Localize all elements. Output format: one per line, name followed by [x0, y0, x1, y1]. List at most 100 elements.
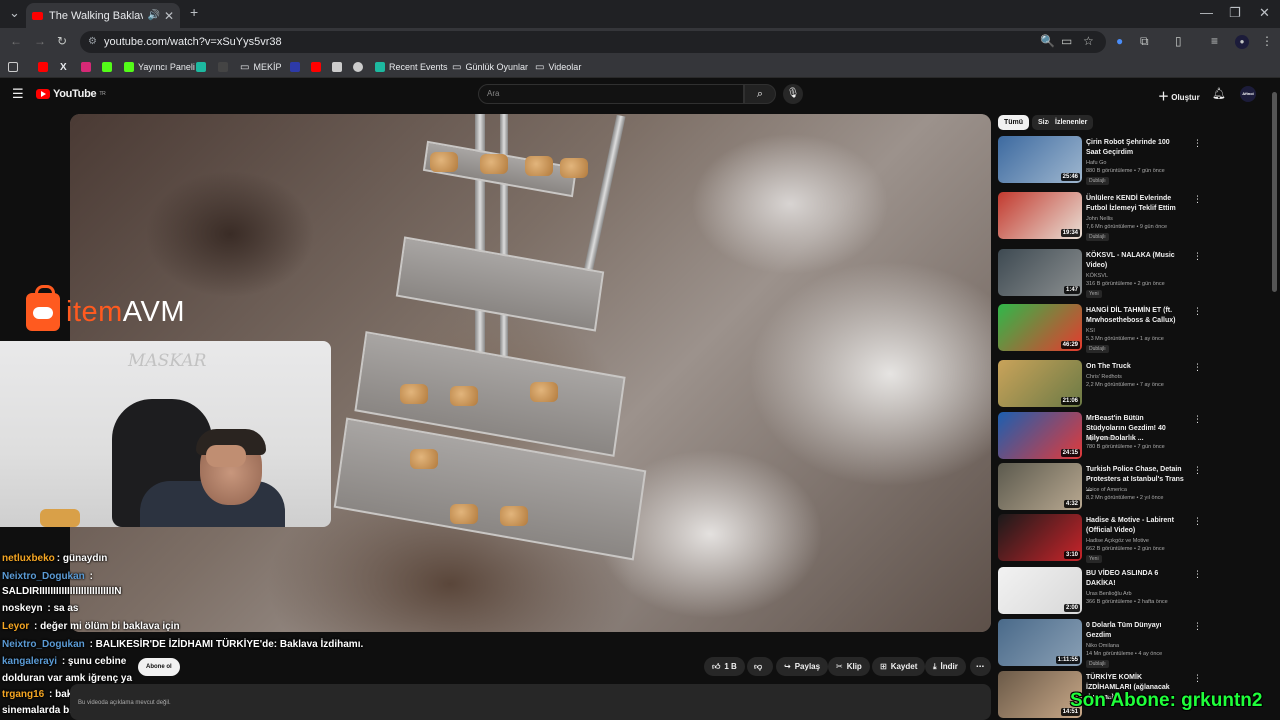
channel-name[interactable]: John Nellis — [1086, 216, 1113, 222]
channel-name[interactable]: Chris' Redhots — [1086, 374, 1122, 380]
install-icon[interactable]: ▭ — [1061, 34, 1072, 48]
chip-all[interactable]: Tümü — [998, 115, 1030, 130]
address-bar[interactable]: ⚙ youtube.com/watch?v=xSuYys5vr38 — [80, 31, 1106, 53]
site-info-icon[interactable]: ⚙ — [88, 31, 97, 53]
download-button[interactable]: ⤓ İndir — [925, 657, 966, 676]
subscribe-button[interactable]: Abone ol — [138, 658, 180, 676]
share-button[interactable]: ↪ Paylaş — [776, 657, 829, 676]
video-title[interactable]: KÖKSVL - NALAKA (Music Video) — [1086, 251, 1186, 271]
recommendation-card[interactable]: 1:47 KÖKSVL - NALAKA (Music Video) KÖKSVL 3… — [998, 249, 1268, 298]
video-thumbnail[interactable]: 19:34 — [998, 192, 1082, 239]
recommendation-card[interactable]: 4:32 Turkish Police Chase, Detain Protest… — [998, 463, 1268, 511]
channel-name[interactable]: Alper Rende — [1086, 436, 1117, 442]
more-actions-button[interactable]: ⋯ — [970, 657, 991, 676]
browser-tab[interactable]: The Walking Baklavas Episo 🔊 ✕ — [26, 3, 180, 28]
apps-icon[interactable] — [8, 60, 18, 74]
chip-watched[interactable]: İzlenenler — [1049, 115, 1094, 130]
video-title[interactable]: 0 Dolarla Tüm Dünyayı Gezdim — [1086, 621, 1186, 641]
recommendation-card[interactable]: 46:29 HANGİ DİL TAHMİN ET (ft. Mrwhosethe… — [998, 304, 1268, 353]
like-button[interactable]: 👍︎ 1 B — [704, 657, 745, 676]
youtube-logo[interactable]: YouTube TR — [36, 88, 106, 100]
search-button[interactable]: ⌕ — [744, 84, 776, 104]
browser-menu-icon[interactable]: ⋮ — [1261, 34, 1273, 48]
bookmark-icon-e[interactable] — [332, 60, 342, 74]
forward-icon[interactable]: → — [34, 34, 46, 48]
bookmark-icon-b[interactable] — [218, 60, 228, 74]
video-thumbnail[interactable]: 1:47 — [998, 249, 1082, 296]
bookmark-icon-d[interactable] — [311, 60, 321, 74]
recommendation-card[interactable]: 2:00 BU VİDEO ASLINDA 6 DAKİKA! Uras Benli… — [998, 567, 1268, 615]
channel-name[interactable]: Hadise Açıkgöz ve Motive — [1086, 538, 1149, 544]
bookmark-gunluk-oyunlar[interactable]: ▭ Günlük Oyunlar — [452, 60, 528, 74]
channel-name[interactable]: Niko Omilana — [1086, 643, 1119, 649]
recommendation-card[interactable]: 19:34 Ünlülere KENDİ Evlerinde Futbol İzl… — [998, 192, 1268, 241]
bookmark-recent-events[interactable]: Recent Events — [375, 60, 448, 74]
restore-icon[interactable]: ❐ — [1229, 5, 1241, 21]
channel-name[interactable]: Hafu Go — [1086, 160, 1106, 166]
sidepanel-icon[interactable]: ▯ — [1175, 34, 1182, 48]
bookmark-yayinci-paneli[interactable]: Yayıncı Paneli — [124, 60, 195, 74]
extensions-puzzle-icon[interactable]: ⧉ — [1140, 34, 1149, 49]
description-box[interactable] — [70, 684, 991, 720]
more-options-icon[interactable]: ⋮ — [1193, 569, 1202, 580]
window-close-icon[interactable]: ✕ — [1259, 5, 1270, 21]
create-button[interactable]: ＋ Oluştur — [1158, 88, 1200, 104]
voice-search-button[interactable]: 🎙 — [783, 84, 803, 104]
more-options-icon[interactable]: ⋮ — [1193, 621, 1202, 632]
dislike-button[interactable]: 👎︎ — [747, 657, 773, 676]
more-options-icon[interactable]: ⋮ — [1193, 138, 1202, 149]
extension-icon[interactable]: ● — [1116, 34, 1123, 48]
save-button[interactable]: ⊞ Kaydet — [872, 657, 926, 676]
profile-icon[interactable]: ● — [1235, 35, 1249, 49]
hamburger-menu-icon[interactable]: ☰ — [12, 86, 24, 102]
instagram-bookmark-icon[interactable] — [81, 60, 91, 74]
kick-bookmark-icon[interactable] — [102, 60, 112, 74]
video-thumbnail[interactable]: 1:11:55 — [998, 619, 1082, 666]
speaker-icon[interactable]: 🔊 — [147, 10, 159, 21]
reload-icon[interactable]: ↻ — [57, 34, 67, 48]
more-options-icon[interactable]: ⋮ — [1193, 194, 1202, 205]
recommendation-card[interactable]: 24:15 MrBeast'in Bütün Stüdyolarını Gezdi… — [998, 412, 1268, 460]
tab-close-icon[interactable]: ✕ — [164, 9, 174, 23]
recommendation-card[interactable]: 25:46 Çirin Robot Şehrinde 100 Saat Geçir… — [998, 136, 1268, 185]
bookmark-icon-f[interactable] — [353, 60, 363, 74]
more-options-icon[interactable]: ⋮ — [1193, 516, 1202, 527]
minimize-icon[interactable]: — — [1200, 5, 1213, 20]
more-options-icon[interactable]: ⋮ — [1193, 465, 1202, 476]
recommendation-card[interactable]: 3:10 Hadise & Motive - Labirent (Official… — [998, 514, 1268, 563]
page-scrollbar[interactable] — [1272, 92, 1277, 292]
back-icon[interactable]: ← — [10, 34, 22, 48]
clip-button[interactable]: ✂ Klip — [828, 657, 870, 676]
video-thumbnail[interactable]: 3:10 — [998, 514, 1082, 561]
bookmark-icon-a[interactable] — [196, 60, 206, 74]
more-options-icon[interactable]: ⋮ — [1193, 673, 1202, 684]
bookmark-star-icon[interactable]: ☆ — [1083, 34, 1094, 48]
bookmark-icon-c[interactable] — [290, 60, 300, 74]
notifications-bell-icon[interactable]: 🔔︎ — [1212, 87, 1226, 100]
recommendation-card[interactable]: 21:06 On The Truck Chris' Redhots 2,2 Mn gö… — [998, 360, 1268, 408]
video-title[interactable]: HANGİ DİL TAHMİN ET (ft. Mrwhosetheboss … — [1086, 306, 1186, 326]
video-thumbnail[interactable]: 21:06 — [998, 360, 1082, 407]
video-thumbnail[interactable]: 4:32 — [998, 463, 1082, 510]
video-title[interactable]: Ünlülere KENDİ Evlerinde Futbol İzlemeyi… — [1086, 194, 1186, 214]
channel-name[interactable]: Uras Benlioğlu Arb — [1086, 591, 1132, 597]
channel-name[interactable]: Voice of America — [1086, 487, 1127, 493]
new-tab-button[interactable]: + — [190, 4, 198, 20]
bookmark-videolar[interactable]: ▭ Videolar — [535, 60, 581, 74]
media-control-icon[interactable]: ≡ — [1211, 34, 1218, 48]
youtube-bookmark-icon[interactable] — [38, 60, 48, 74]
video-thumbnail[interactable]: 46:29 — [998, 304, 1082, 351]
zoom-icon[interactable]: 🔍 — [1040, 34, 1055, 48]
more-options-icon[interactable]: ⋮ — [1193, 362, 1202, 373]
search-input[interactable]: Ara — [478, 84, 744, 104]
more-options-icon[interactable]: ⋮ — [1193, 306, 1202, 317]
tab-search-icon[interactable]: ⌄ — [9, 5, 20, 21]
video-title[interactable]: Hadise & Motive - Labirent (Official Vid… — [1086, 516, 1186, 536]
channel-name[interactable]: KSI — [1086, 328, 1095, 334]
video-title[interactable]: On The Truck — [1086, 362, 1186, 372]
video-thumbnail[interactable]: 25:46 — [998, 136, 1082, 183]
more-options-icon[interactable]: ⋮ — [1193, 251, 1202, 262]
video-thumbnail[interactable]: 24:15 — [998, 412, 1082, 459]
recommendation-card[interactable]: 1:11:55 0 Dolarla Tüm Dünyayı Gezdim Niko … — [998, 619, 1268, 668]
x-bookmark-icon[interactable]: X — [60, 60, 67, 74]
